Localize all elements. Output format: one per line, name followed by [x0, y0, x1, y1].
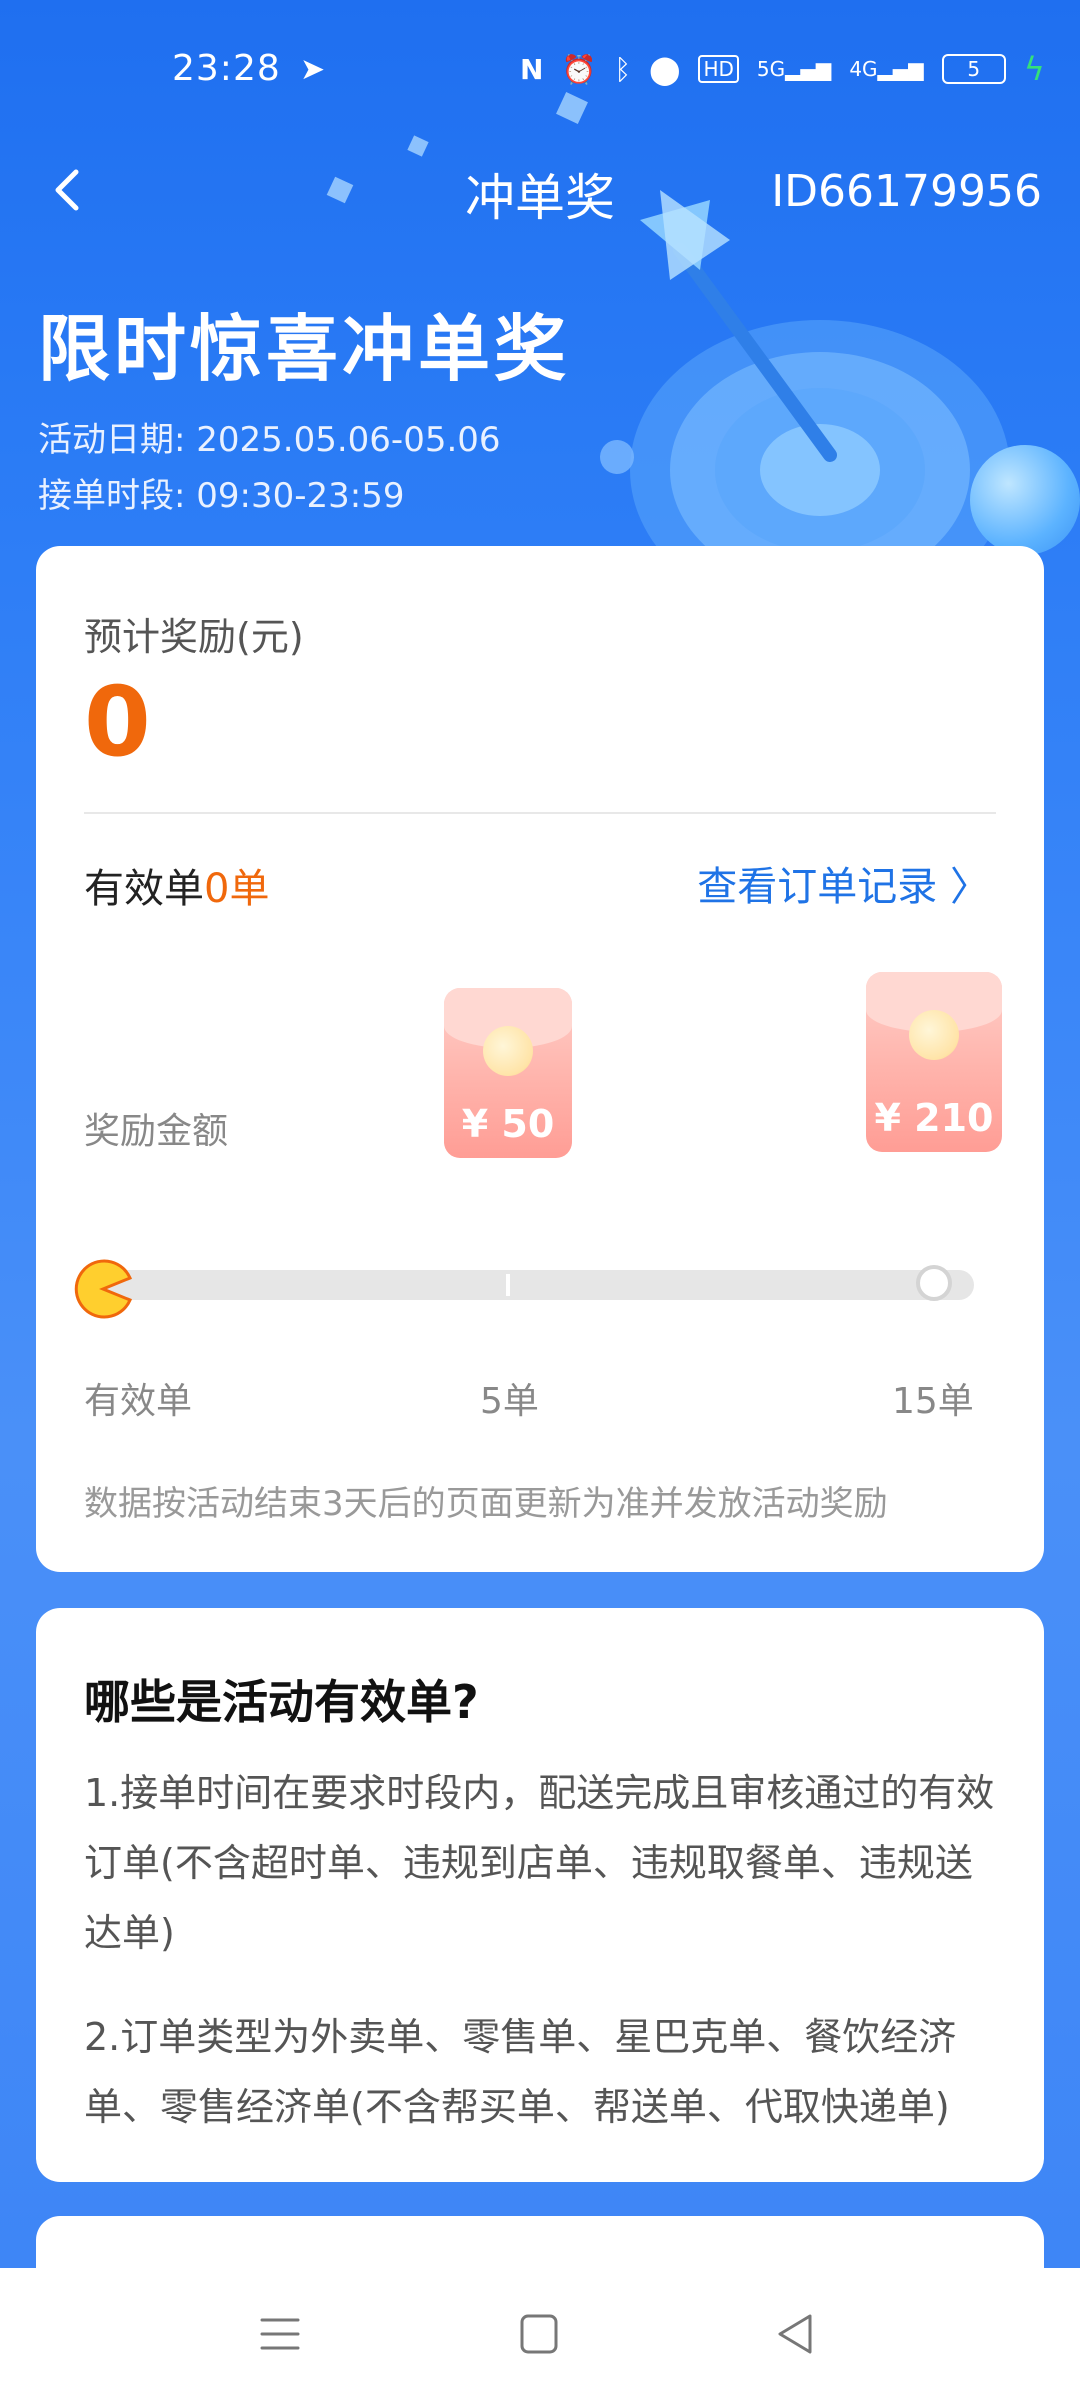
status-time: 23:28 [172, 48, 281, 89]
status-bar: 23:28 ➤ N ⏰ ᛒ ⬤ HD 5G▂▄▆ 4G▂▄▆ 5 ϟ [0, 0, 1080, 140]
battery-icon: 5 [941, 54, 1006, 84]
rule-item: 1.接单时间在要求时段内，配送完成且审核通过的有效订单(不含超时单、违规到店单、… [84, 1771, 995, 1955]
charging-icon: ϟ [1023, 50, 1045, 88]
rider-id: ID66179956 [771, 166, 1042, 217]
signal-4g-icon: 4G▂▄▆ [849, 57, 924, 81]
triangle-back-icon [778, 2314, 812, 2354]
order-time-window: 接单时段: 09:30-23:59 [38, 476, 405, 516]
decorative-dot [594, 434, 640, 480]
home-button[interactable] [508, 2304, 568, 2364]
battery-level: 5 [967, 57, 981, 81]
nfc-icon: N [520, 52, 544, 86]
network-5g-label: 5G [756, 57, 786, 81]
valid-orders-label: 有效单 [84, 866, 204, 912]
hd-icon: HD [698, 55, 739, 83]
progress-start-label: 有效单 [84, 1381, 193, 1422]
view-order-records-link[interactable]: 查看订单记录 〉 [697, 854, 990, 912]
valid-orders-count: 0单 [204, 866, 270, 912]
tier-1-amount: ¥ 50 [461, 1102, 555, 1146]
reward-amount-label: 奖励金额 [84, 1111, 229, 1152]
network-4g-label: 4G [849, 57, 878, 81]
signal-5g-icon: 5G▂▄▆ [756, 57, 832, 81]
send-icon: ➤ [300, 52, 326, 87]
hero-title: 限时惊喜冲单奖 [38, 307, 571, 391]
rule-item: 2.订单类型为外卖单、零售单、星巴克单、餐饮经济单、零售经济单(不含帮买单、帮送… [84, 2015, 957, 2129]
coin-icon [483, 1026, 533, 1076]
activity-date: 活动日期: 2025.05.06-05.06 [38, 420, 501, 460]
progress-milestone-tick [506, 1274, 510, 1296]
coin-icon [909, 1010, 959, 1060]
tier-1-threshold: 5单 [480, 1381, 539, 1422]
progress-track [104, 1270, 974, 1300]
location-icon: ⬤ [649, 52, 681, 86]
page-header: 冲单奖 ID66179956 [0, 140, 1080, 240]
status-icons: N ⏰ ᛒ ⬤ HD 5G▂▄▆ 4G▂▄▆ 5 ϟ [520, 50, 1045, 88]
tier-2-amount: ¥ 210 [874, 1096, 994, 1140]
estimated-reward-label: 预计奖励(元) [84, 615, 304, 659]
system-back-button[interactable] [766, 2304, 826, 2364]
bluetooth-icon: ᛒ [614, 52, 632, 86]
progress-end-marker [916, 1265, 952, 1301]
decorative-ball [970, 445, 1080, 555]
red-envelope-tier-2: ¥ 210 [866, 972, 1002, 1152]
rules-card: 哪些是活动有效单? 1.接单时间在要求时段内，配送完成且审核通过的有效订单(不含… [36, 1608, 1044, 2182]
data-update-note: 数据按活动结束3天后的页面更新为准并发放活动奖励 [84, 1484, 888, 1524]
recent-apps-button[interactable] [250, 2304, 310, 2364]
divider [84, 812, 996, 814]
estimated-reward-value: 0 [84, 666, 151, 778]
red-envelope-tier-1: ¥ 50 [444, 988, 572, 1158]
alarm-icon: ⏰ [561, 52, 597, 86]
progress-indicator-icon [72, 1258, 134, 1320]
square-icon [520, 2314, 558, 2354]
menu-icon [260, 2318, 300, 2350]
reward-card: 预计奖励(元) 0 有效单0单 查看订单记录 〉 奖励金额 ¥ 50 ¥ 210… [36, 546, 1044, 1572]
rules-title: 哪些是活动有效单? [84, 1675, 479, 1729]
system-navigation-bar [0, 2268, 1080, 2400]
tier-2-threshold: 15单 [892, 1381, 974, 1422]
valid-orders-line: 有效单0单 [84, 856, 269, 914]
